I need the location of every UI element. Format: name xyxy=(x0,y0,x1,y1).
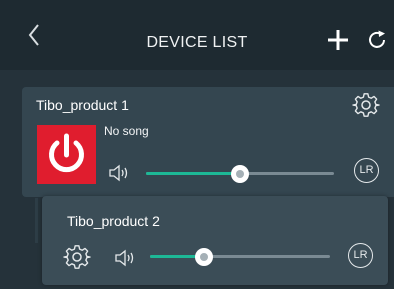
divider xyxy=(35,198,38,243)
volume-slider[interactable] xyxy=(146,164,334,184)
slider-fill xyxy=(146,172,240,175)
device-name: Tibo_product 1 xyxy=(36,97,129,113)
device-name: Tibo_product 2 xyxy=(67,213,160,229)
gear-icon[interactable] xyxy=(63,244,91,272)
power-icon xyxy=(49,133,84,173)
plus-icon[interactable] xyxy=(326,28,350,52)
slider-thumb[interactable] xyxy=(195,248,213,266)
gear-icon[interactable] xyxy=(352,92,380,120)
device-card[interactable]: Tibo_product 2 LR xyxy=(42,196,388,285)
now-playing-text: No song xyxy=(104,124,149,138)
volume-icon xyxy=(109,164,128,182)
channel-lr-button[interactable]: LR xyxy=(348,243,373,268)
power-button[interactable] xyxy=(37,125,96,184)
app-header: DEVICE LIST xyxy=(0,0,394,70)
refresh-icon[interactable] xyxy=(366,29,388,51)
channel-lr-button[interactable]: LR xyxy=(354,158,379,183)
slider-thumb[interactable] xyxy=(231,165,249,183)
volume-slider[interactable] xyxy=(150,247,330,267)
device-card[interactable]: Tibo_product 1 No song LR xyxy=(22,87,394,197)
volume-icon xyxy=(115,249,134,267)
